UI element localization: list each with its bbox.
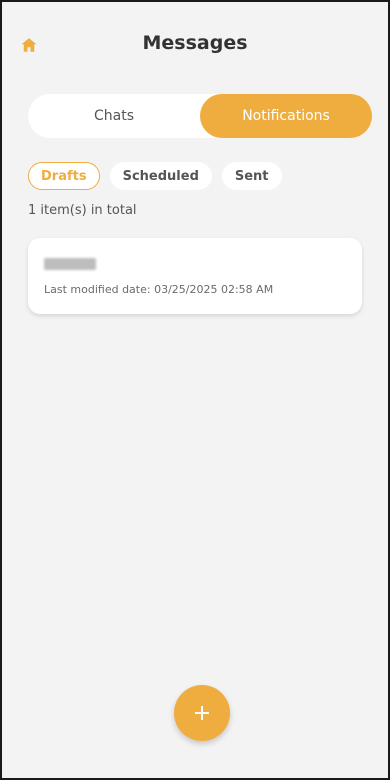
tab-chats[interactable]: Chats	[28, 94, 200, 138]
chip-sent[interactable]: Sent	[221, 162, 282, 190]
item-count: 1 item(s) in total	[28, 203, 137, 218]
message-type-tabs: Chats Notifications	[28, 94, 372, 138]
draft-card[interactable]: Last modified date: 03/25/2025 02:58 AM	[28, 238, 362, 314]
page-title: Messages	[142, 32, 248, 54]
filter-chips: Drafts Scheduled Sent	[28, 162, 282, 192]
chip-drafts[interactable]: Drafts	[28, 162, 100, 190]
app-frame: Messages Chats Notifications Drafts Sche…	[0, 0, 390, 780]
plus-icon	[193, 704, 211, 722]
draft-title-redacted	[44, 258, 96, 270]
draft-modified-date: Last modified date: 03/25/2025 02:58 AM	[44, 283, 274, 296]
tab-notifications[interactable]: Notifications	[200, 94, 372, 138]
chip-scheduled[interactable]: Scheduled	[109, 162, 212, 190]
header: Messages	[2, 2, 388, 90]
add-button[interactable]	[174, 685, 230, 741]
